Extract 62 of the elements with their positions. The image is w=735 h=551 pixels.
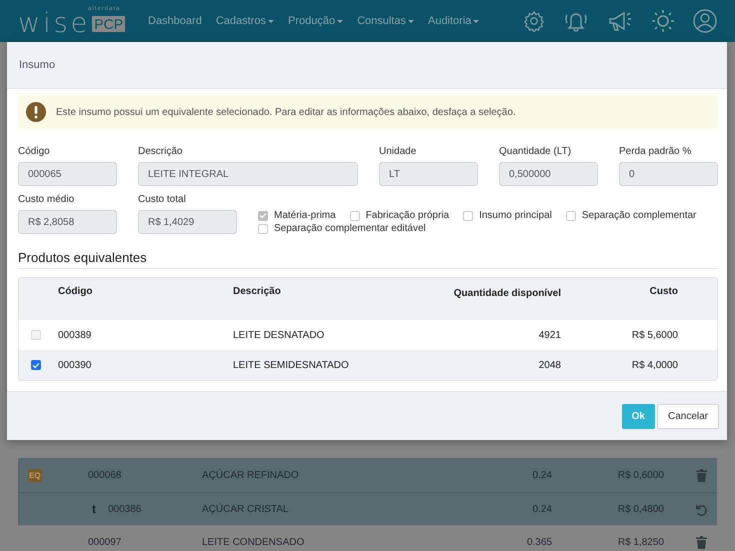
table-cell-text: 4921 (538, 328, 561, 342)
table-cell-text: 2048 (538, 358, 561, 372)
field-label: Código (18, 146, 51, 157)
table-cell-text: 0.365 (526, 537, 552, 548)
row-checkbox[interactable] (31, 360, 41, 370)
table-cell-text: R$ 4,0000 (630, 360, 678, 370)
substitute-marker: t (92, 502, 96, 516)
alert-message: Este insumo possui um equivalente selecionado. Para editar as informações abaixo, desfaça a seleção. (56, 106, 516, 118)
table-cell-text: LEITE DESNATADO (233, 330, 326, 340)
field-label: Descrição (138, 146, 184, 157)
table-cell-text: AÇÚCAR CRISTAL (201, 504, 290, 514)
table-cell-text: R$ 5,6000 (630, 330, 678, 340)
column-header: Quantidade disponível (452, 287, 561, 301)
modal-title: Insumo (19, 59, 56, 71)
megaphone-icon[interactable] (607, 9, 633, 33)
trash-icon[interactable] (696, 468, 707, 482)
cancel-button[interactable]: Cancelar (656, 404, 719, 428)
table-cell-text: 000389 (58, 330, 92, 340)
field-label: Custo médio (18, 194, 76, 205)
logo-badge: PCP (92, 16, 126, 32)
table-cell-text: R$ 1,8250 (616, 537, 664, 548)
checkbox[interactable] (463, 210, 474, 220)
trash-icon[interactable] (696, 536, 707, 549)
nav-menu-item[interactable]: Consultas (357, 15, 414, 27)
checkbox-label: Insumo principal (479, 210, 552, 221)
checkbox-label: Separação complementar (582, 210, 696, 221)
checkbox[interactable] (258, 224, 268, 234)
sun-icon[interactable] (651, 9, 675, 33)
nav-menu-item[interactable]: Produção (288, 15, 344, 27)
table-cell: 000097 (88, 537, 122, 548)
checkbox[interactable] (566, 210, 576, 220)
nav-menu-item[interactable]: Cadastros (216, 15, 274, 27)
equivalent-badge: EQ (28, 468, 42, 482)
column-header: Código (58, 286, 94, 297)
checkbox-label: Fabricação própria (366, 210, 450, 221)
table-cell: 000386 (108, 504, 142, 514)
section-title: Produtos equivalentes (18, 250, 718, 269)
field-label: Custo total (138, 194, 187, 205)
checkbox[interactable] (350, 210, 360, 220)
logo-text: wise (18, 12, 90, 36)
table-cell-text: R$ 0,6000 (616, 470, 664, 480)
nav-menu-item[interactable]: Dashboard (148, 15, 202, 27)
column-header: Custo (648, 286, 678, 297)
settings-icon[interactable] (523, 10, 545, 32)
table-cell-text: LEITE SEMIDESNATADO (233, 360, 350, 370)
table-cell: 000068 (88, 470, 122, 480)
table-cell-text: 0.24 (532, 470, 552, 480)
nav-menu-item[interactable]: Auditoria (428, 15, 480, 27)
user-avatar-icon[interactable] (693, 9, 717, 33)
table-cell-text: 000390 (58, 360, 92, 370)
checkbox-label: Separação complementar editável (274, 223, 426, 234)
table-cell-text: R$ 0,4800 (616, 504, 664, 514)
exclamation-icon (26, 102, 46, 122)
field-label: Unidade (379, 146, 418, 157)
column-header: Descrição (233, 286, 282, 297)
field-label: Quantidade (LT) (499, 146, 572, 157)
table-cell-text: LEITE CONDENSADO (201, 537, 306, 548)
table-cell-text: AÇÚCAR REFINADO (201, 470, 300, 480)
checkbox-label: Matéria-prima (274, 210, 336, 221)
field-label: Perda padrão % (619, 146, 692, 157)
table-cell-text: 0.24 (532, 504, 552, 514)
undo-icon[interactable] (694, 502, 707, 516)
